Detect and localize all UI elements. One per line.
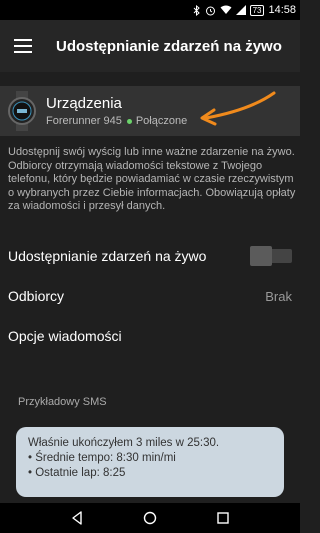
live-sharing-label: Udostępnianie zdarzeń na żywo bbox=[8, 248, 207, 264]
page-title: Udostępnianie zdarzeń na żywo bbox=[56, 37, 282, 55]
battery-icon: 73 bbox=[249, 4, 265, 16]
sms-preview-bubble: Właśnie ukończyłem 3 miles w 25:30. • Śr… bbox=[16, 427, 284, 497]
message-options-row[interactable]: Opcje wiadomości bbox=[0, 316, 300, 356]
system-nav-bar bbox=[0, 503, 300, 533]
recipients-value: Brak bbox=[265, 288, 292, 304]
sms-line: Właśnie ukończyłem 3 miles w 25:30. bbox=[28, 437, 220, 449]
recents-icon[interactable] bbox=[216, 511, 230, 525]
wifi-icon bbox=[220, 5, 232, 15]
home-icon[interactable] bbox=[143, 511, 157, 525]
live-sharing-row[interactable]: Udostępnianie zdarzeń na żywo bbox=[0, 236, 300, 276]
message-options-label: Opcje wiadomości bbox=[8, 328, 122, 344]
bluetooth-icon bbox=[193, 4, 201, 16]
device-model: Forerunner 945 bbox=[46, 115, 122, 127]
recipients-label: Odbiorcy bbox=[8, 288, 65, 304]
status-time: 14:58 bbox=[268, 4, 296, 16]
annotation-arrow-icon bbox=[200, 91, 276, 126]
sms-line: • Średnie tempo: 8:30 min/mi bbox=[28, 452, 176, 464]
alarm-icon bbox=[205, 5, 216, 16]
status-bar: 73 14:58 bbox=[0, 0, 300, 20]
hamburger-menu-icon[interactable] bbox=[14, 39, 32, 53]
app-bar: Udostępnianie zdarzeń na żywo bbox=[0, 20, 300, 72]
sms-line: • Ostatnie lap: 8:25 bbox=[28, 467, 126, 479]
device-subtitle: Forerunner 945 Połączone bbox=[46, 115, 187, 127]
watch-icon bbox=[8, 91, 36, 131]
live-sharing-toggle[interactable] bbox=[250, 246, 292, 266]
back-icon[interactable] bbox=[70, 511, 84, 525]
connected-status-dot-icon bbox=[126, 118, 132, 124]
sms-preview-label: Przykładowy SMS bbox=[18, 396, 107, 408]
signal-icon bbox=[235, 5, 246, 15]
device-name: Urządzenia bbox=[46, 95, 122, 112]
device-status: Połączone bbox=[135, 115, 188, 127]
toggle-thumb bbox=[250, 246, 272, 266]
description-text: Udostępnij swój wyścig lub inne ważne zd… bbox=[8, 146, 296, 212]
recipients-row[interactable]: Odbiorcy Brak bbox=[0, 276, 300, 316]
